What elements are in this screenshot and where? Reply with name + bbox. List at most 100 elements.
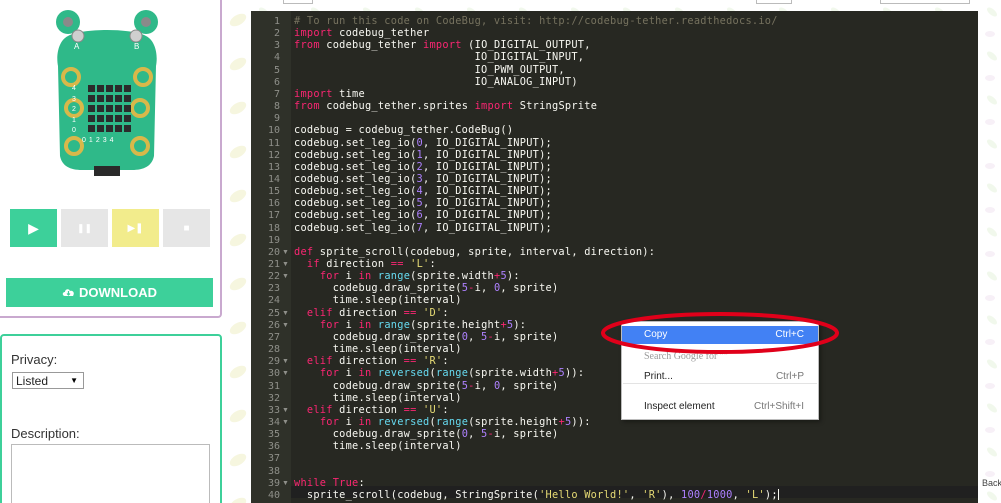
col-number: 0 [82, 137, 86, 144]
top-control-fragment[interactable] [283, 0, 313, 4]
project-settings-panel: Privacy: Listed ▼ Description: [0, 334, 222, 503]
context-menu-shortcut: Ctrl+Shift+I [753, 401, 804, 412]
led-pixel [115, 125, 122, 132]
led-pixel [115, 95, 122, 102]
button-a-label: A [74, 42, 80, 51]
code-line: import codebug_tether [294, 27, 430, 40]
led-pixel [115, 85, 122, 92]
annotation-ellipse [601, 312, 839, 354]
fold-arrow-icon[interactable]: ▼ [282, 261, 289, 268]
line-number: 2 [273, 28, 280, 40]
led-pixel [88, 115, 95, 122]
code-line: from codebug_tether.sprites import Strin… [294, 100, 598, 113]
stop-button[interactable]: ■ [163, 209, 210, 247]
code-line: IO_ANALOG_INPUT) [294, 75, 578, 88]
line-number: 26 [267, 319, 280, 331]
description-textarea[interactable] [11, 444, 210, 503]
row-numbers: 4 3 2 1 0 [72, 84, 78, 137]
privacy-label: Privacy: [11, 352, 58, 367]
privacy-select[interactable]: Listed ▼ [12, 372, 84, 389]
col-number: 1 [88, 137, 93, 144]
fold-arrow-icon[interactable]: ▼ [282, 419, 289, 426]
step-button[interactable]: ▶❚ [112, 209, 159, 247]
fold-arrow-icon[interactable]: ▼ [282, 322, 289, 329]
code-line: elif direction == 'R': [306, 355, 449, 368]
led-pixel [124, 95, 131, 102]
line-number: 5 [273, 64, 280, 76]
editor-gutter: 1 2 3 4 5 6 7 8 9 10 11 12 13 14 15 16 17 18 19 20 ▼ 21 ▼ 22 ▼ 23… [251, 11, 291, 503]
line-number: 23 [267, 283, 280, 295]
simulator-controls: ▶ ❚❚ ▶❚ ■ [10, 209, 210, 247]
line-number: 20 [267, 246, 280, 258]
code-line: codebug.draw_sprite(5-i, 0, sprite) [294, 282, 559, 295]
led-pixel [97, 115, 104, 122]
code-line: elif direction == 'U': [306, 403, 449, 416]
code-line: codebug.set_leg_io(0, IO_DIGITAL_INPUT); [294, 136, 552, 149]
line-number: 29 [267, 356, 280, 368]
play-icon: ▶ [28, 219, 39, 236]
code-line: if direction == 'L': [306, 258, 436, 270]
line-number: 7 [273, 88, 280, 100]
code-line: time.sleep(interval) [294, 440, 462, 453]
code-line: # To run this code on CodeBug, visit: ht… [294, 15, 778, 27]
led-pixel [88, 85, 95, 92]
download-button[interactable]: DOWNLOAD [6, 278, 213, 307]
row-number: 4 [72, 85, 76, 92]
code-line: codebug.set_leg_io(7, IO_DIGITAL_INPUT); [294, 221, 552, 234]
code-line: codebug.draw_sprite(0, 5-i, sprite) [294, 428, 559, 441]
back-link[interactable]: Back [982, 478, 1001, 488]
line-number: 24 [267, 295, 280, 307]
row-number: 1 [72, 116, 76, 124]
pause-button[interactable]: ❚❚ [61, 209, 108, 247]
led-pixel [97, 85, 104, 92]
download-label: DOWNLOAD [79, 285, 157, 300]
description-label: Description: [11, 426, 80, 441]
code-line: for i in range(sprite.width+5): [319, 270, 520, 283]
code-line: for i in reversed(range(sprite.height+5)… [319, 415, 591, 428]
fold-arrow-icon[interactable]: ▼ [282, 358, 289, 365]
code-line: codebug.set_leg_io(5, IO_DIGITAL_INPUT); [294, 197, 552, 210]
code-line: sprite_scroll(codebug, StringSprite('Hel… [294, 488, 779, 501]
fold-arrow-icon[interactable]: ▼ [282, 370, 289, 377]
code-editor[interactable]: 1 2 3 4 5 6 7 8 9 10 11 12 13 14 15 16 17 18 19 20 ▼ 21 ▼ 22 ▼ 23… [251, 11, 978, 503]
top-control-fragment-2[interactable] [756, 0, 792, 4]
line-number: 1 [273, 16, 280, 27]
code-line: time.sleep(interval) [294, 343, 462, 356]
line-number: 28 [267, 344, 280, 356]
code-line: time.sleep(interval) [294, 391, 462, 404]
code-line: IO_PWM_OUTPUT, [294, 63, 565, 76]
led-pixel [115, 115, 122, 122]
line-number: 40 [267, 489, 280, 501]
context-menu-inspect[interactable]: Inspect element Ctrl+Shift+I [622, 398, 818, 416]
code-line: time.sleep(interval) [294, 294, 462, 307]
line-number: 17 [267, 210, 280, 222]
pause-icon: ❚❚ [76, 222, 93, 233]
row-number: 2 [72, 106, 76, 113]
led-pixel [106, 115, 113, 122]
fold-arrow-icon[interactable]: ▼ [282, 480, 289, 487]
text-cursor [777, 489, 779, 501]
line-number: 31 [267, 380, 280, 392]
code-line: while True: [294, 476, 365, 489]
code-line: codebug.draw_sprite(5-i, 0, sprite) [294, 379, 559, 392]
led-pixel [97, 125, 104, 132]
code-line: codebug = codebug_tether.CodeBug() [294, 124, 514, 137]
line-number: 8 [273, 101, 280, 113]
led-pixel [124, 115, 131, 122]
context-menu-label: Inspect element [644, 401, 715, 412]
play-button[interactable]: ▶ [10, 209, 57, 247]
line-number: 12 [267, 149, 280, 161]
col-number: 2 [95, 137, 100, 144]
fold-arrow-icon[interactable]: ▼ [282, 273, 289, 280]
fold-arrow-icon[interactable]: ▼ [282, 249, 289, 256]
line-number: 15 [267, 186, 280, 198]
fold-arrow-icon[interactable]: ▼ [282, 310, 289, 317]
led-pixel [88, 105, 95, 112]
code-line: from codebug_tether import (IO_DIGITAL_O… [294, 39, 591, 52]
fold-arrow-icon[interactable]: ▼ [282, 407, 289, 414]
led-pixel [88, 125, 95, 132]
col-number: 4 [109, 137, 114, 144]
top-control-fragment-3[interactable] [880, 0, 970, 4]
cloud-download-icon [62, 285, 75, 300]
line-number: 10 [267, 125, 280, 137]
